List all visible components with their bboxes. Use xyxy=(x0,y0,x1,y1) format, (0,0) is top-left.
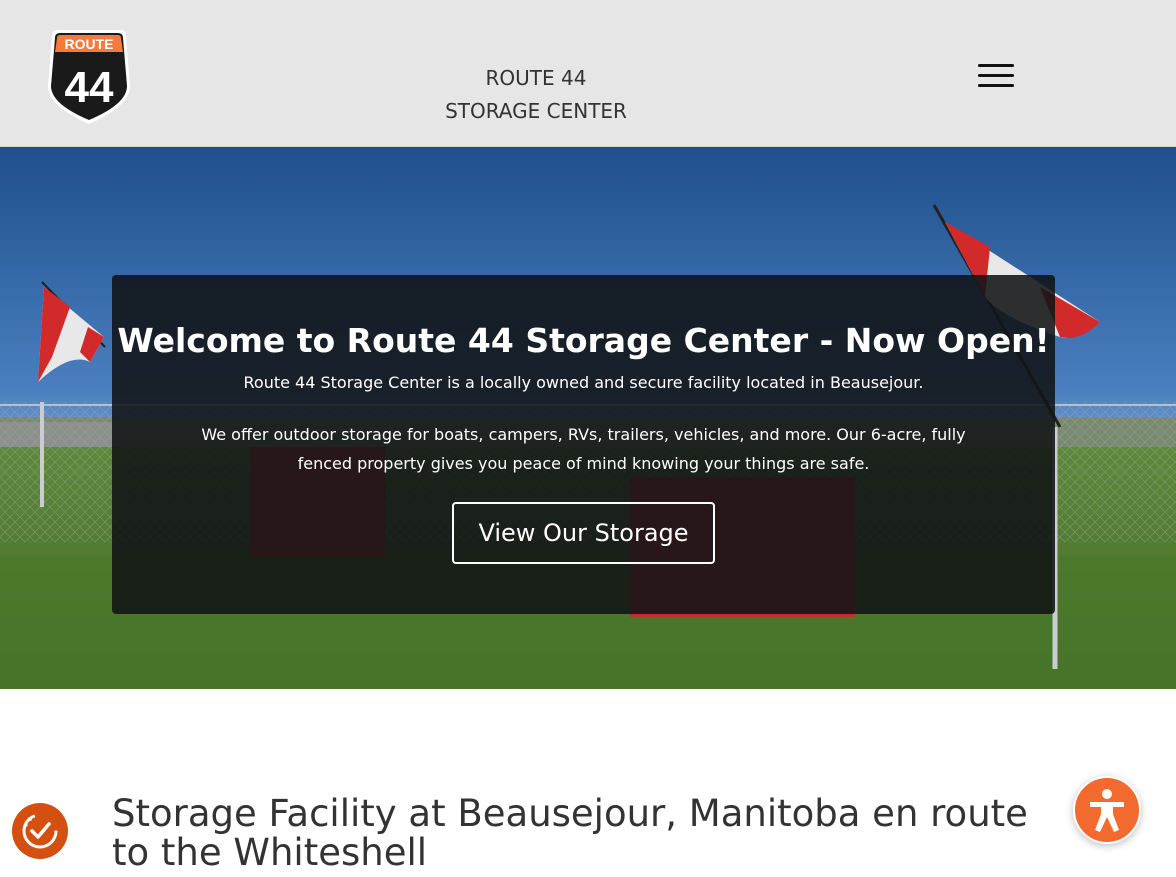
hamburger-icon xyxy=(978,64,1014,67)
site-title[interactable]: ROUTE 44 STORAGE CENTER xyxy=(436,62,636,128)
svg-text:44: 44 xyxy=(65,63,114,112)
hero-title: Welcome to Route 44 Storage Center - Now… xyxy=(117,321,1050,360)
accessibility-button[interactable] xyxy=(1073,776,1141,844)
checklist-widget-button[interactable] xyxy=(12,803,68,859)
hero-section: Welcome to Route 44 Storage Center - Now… xyxy=(0,147,1176,689)
site-title-line2: STORAGE CENTER xyxy=(445,99,627,123)
site-title-line1: ROUTE 44 xyxy=(485,66,587,90)
checklist-clock-icon xyxy=(22,813,58,849)
route-44-logo[interactable]: ROUTE 44 xyxy=(44,26,134,126)
site-header: ROUTE 44 ROUTE 44 STORAGE CENTER xyxy=(0,0,1176,147)
hero-description: We offer outdoor storage for boats, camp… xyxy=(201,425,966,473)
view-our-storage-button[interactable]: View Our Storage xyxy=(452,502,715,564)
hero-subtitle: Route 44 Storage Center is a locally own… xyxy=(243,373,924,392)
hero-overlay-card: Welcome to Route 44 Storage Center - Now… xyxy=(112,275,1055,614)
accessibility-person-icon xyxy=(1090,789,1124,832)
route-shield-icon: ROUTE 44 xyxy=(48,30,130,124)
hamburger-menu-button[interactable] xyxy=(978,64,1014,92)
section-heading: Storage Facility at Beausejour, Manitoba… xyxy=(112,792,1028,874)
svg-text:ROUTE: ROUTE xyxy=(65,36,114,52)
